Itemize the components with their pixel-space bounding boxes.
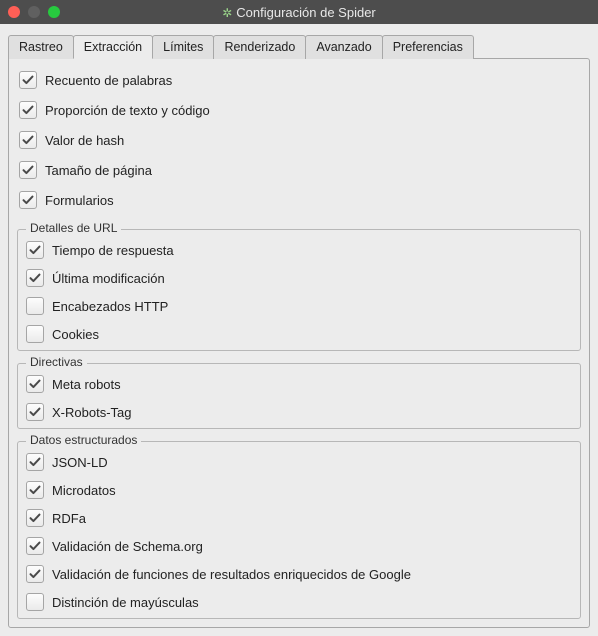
option-label: JSON-LD [52, 455, 108, 470]
option-row: Microdatos [24, 476, 574, 504]
tab-label: Renderizado [224, 40, 295, 54]
option-row: Tamaño de página [17, 157, 581, 187]
option-row: Última modificación [24, 264, 574, 292]
tab-li-mites[interactable]: Límites [152, 35, 214, 59]
checkmark-icon [29, 272, 41, 284]
checkbox[interactable] [26, 509, 44, 527]
checkmark-icon [22, 104, 34, 116]
option-label: Validación de Schema.org [52, 539, 203, 554]
option-row: Validación de Schema.org [24, 532, 574, 560]
tab-label: Preferencias [393, 40, 463, 54]
option-label: Tiempo de respuesta [52, 243, 174, 258]
checkmark-icon [22, 164, 34, 176]
option-label: Encabezados HTTP [52, 299, 168, 314]
tab-panel-extraction: Recuento de palabras Proporción de texto … [8, 58, 590, 628]
option-label: Proporción de texto y código [45, 103, 210, 118]
tab-extraccio-n[interactable]: Extracción [73, 35, 153, 59]
tab-avanzado[interactable]: Avanzado [305, 35, 382, 59]
tab-renderizado[interactable]: Renderizado [213, 35, 306, 59]
checkbox[interactable] [26, 375, 44, 393]
checkbox[interactable] [26, 537, 44, 555]
group-legend: Directivas [26, 355, 87, 369]
checkmark-icon [29, 456, 41, 468]
option-row: Recuento de palabras [17, 67, 581, 97]
tab-label: Extracción [84, 40, 142, 54]
checkmark-icon [29, 244, 41, 256]
checkmark-icon [29, 484, 41, 496]
option-row: Tiempo de respuesta [24, 236, 574, 264]
checkmark-icon [22, 74, 34, 86]
checkmark-icon [22, 194, 34, 206]
window-controls [8, 6, 60, 18]
window-title-text: Configuración de Spider [236, 5, 375, 20]
option-label: Tamaño de página [45, 163, 152, 178]
checkmark-icon [29, 378, 41, 390]
option-row: JSON-LD [24, 448, 574, 476]
checkbox[interactable] [26, 565, 44, 583]
option-row: X-Robots-Tag [24, 398, 574, 426]
tabbar: Rastreo Extracción Límites Renderizado Avanz… [8, 34, 590, 58]
checkbox[interactable] [19, 71, 37, 89]
option-label: Cookies [52, 327, 99, 342]
option-label: X-Robots-Tag [52, 405, 131, 420]
window-title: ✲ Configuración de Spider [0, 5, 598, 20]
option-row: Proporción de texto y código [17, 97, 581, 127]
option-label: Última modificación [52, 271, 165, 286]
tab-label: Rastreo [19, 40, 63, 54]
option-row: Cookies [24, 320, 574, 348]
app-icon: ✲ [222, 6, 232, 20]
checkbox[interactable] [26, 297, 44, 315]
checkmark-icon [29, 406, 41, 418]
option-row: Meta robots [24, 370, 574, 398]
group-datos-estructurados: Datos estructuradosJSON-LDMicrodatosRDFa… [17, 441, 581, 619]
option-row: RDFa [24, 504, 574, 532]
option-label: Distinción de mayúsculas [52, 595, 199, 610]
checkbox[interactable] [26, 325, 44, 343]
checkbox[interactable] [26, 593, 44, 611]
checkbox[interactable] [19, 101, 37, 119]
option-label: Recuento de palabras [45, 73, 172, 88]
minimize-icon[interactable] [28, 6, 40, 18]
tab-label: Límites [163, 40, 203, 54]
option-label: Meta robots [52, 377, 121, 392]
option-row: Valor de hash [17, 127, 581, 157]
option-label: Validación de funciones de resultados en… [52, 567, 411, 582]
group-directivas: DirectivasMeta robotsX-Robots-Tag [17, 363, 581, 429]
checkmark-icon [29, 512, 41, 524]
tab-label: Avanzado [316, 40, 371, 54]
option-row: Formularios [17, 187, 581, 217]
maximize-icon[interactable] [48, 6, 60, 18]
content-area: Rastreo Extracción Límites Renderizado Avanz… [0, 24, 598, 636]
group-detalles-de-url: Detalles de URLTiempo de respuestaÚltima… [17, 229, 581, 351]
top-options: Recuento de palabras Proporción de texto … [17, 67, 581, 217]
window-titlebar: ✲ Configuración de Spider [0, 0, 598, 24]
tab-rastreo[interactable]: Rastreo [8, 35, 74, 59]
close-icon[interactable] [8, 6, 20, 18]
option-row: Encabezados HTTP [24, 292, 574, 320]
group-legend: Datos estructurados [26, 433, 141, 447]
checkbox[interactable] [26, 453, 44, 471]
checkmark-icon [29, 540, 41, 552]
group-legend: Detalles de URL [26, 221, 121, 235]
checkbox[interactable] [26, 241, 44, 259]
checkbox[interactable] [19, 161, 37, 179]
option-label: Microdatos [52, 483, 116, 498]
option-row: Distinción de mayúsculas [24, 588, 574, 616]
checkbox[interactable] [19, 191, 37, 209]
checkbox[interactable] [26, 403, 44, 421]
option-label: Formularios [45, 193, 114, 208]
checkmark-icon [22, 134, 34, 146]
tab-preferencias[interactable]: Preferencias [382, 35, 474, 59]
option-row: Validación de funciones de resultados en… [24, 560, 574, 588]
checkbox[interactable] [26, 481, 44, 499]
checkbox[interactable] [26, 269, 44, 287]
option-label: RDFa [52, 511, 86, 526]
option-label: Valor de hash [45, 133, 124, 148]
checkbox[interactable] [19, 131, 37, 149]
checkmark-icon [29, 568, 41, 580]
